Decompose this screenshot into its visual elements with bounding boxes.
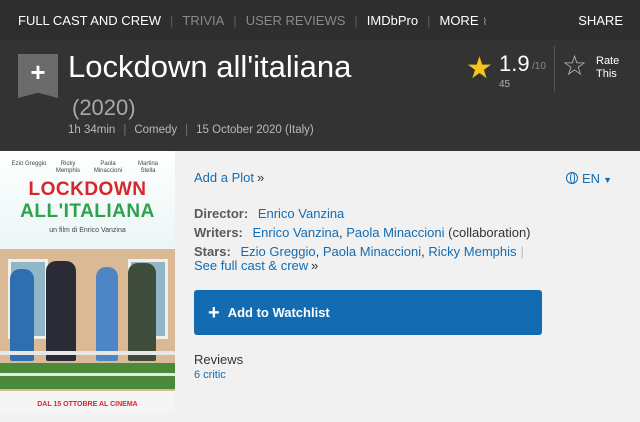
plus-bookmark-icon[interactable]: + (18, 54, 58, 98)
poster-director: un film di Enrico Vanzina (49, 227, 126, 234)
rate-label-line2: This (596, 68, 617, 80)
language-selector[interactable]: EN ▼ (566, 171, 612, 186)
page-title: Lockdown all'italiana (2020) (68, 48, 398, 127)
poster-title-line2: ALL'ITALIANA (20, 201, 155, 222)
see-cast-label: See full cast & crew (194, 258, 309, 273)
chevron-double-down-icon: ⌇ (482, 16, 488, 28)
poster-figure (10, 269, 34, 361)
nav-user-reviews[interactable]: USER REVIEWS (246, 13, 346, 28)
writer-link[interactable]: Enrico Vanzina (253, 225, 339, 240)
star-link[interactable]: Ezio Greggio (240, 244, 315, 259)
chevron-right-icon: » (257, 170, 265, 185)
writer-link[interactable]: Paola Minaccioni (346, 225, 444, 240)
rate-star-icon[interactable]: ☆ (562, 52, 587, 80)
language-label: EN (582, 171, 601, 186)
genre-link[interactable]: Comedy (134, 124, 177, 136)
caret-down-icon: ▼ (603, 175, 612, 185)
stars-row: Stars: Ezio Greggio, Paola Minaccioni, R… (194, 244, 528, 259)
add-to-watchlist-button[interactable]: + Add to Watchlist (194, 290, 542, 335)
poster-cast-name: Ricky Memphis (55, 161, 81, 174)
poster-railing (0, 373, 175, 376)
title-year[interactable]: (2020) (72, 95, 136, 120)
watchlist-label: Add to Watchlist (227, 305, 330, 320)
poster-cast-name: Martina Stella (137, 161, 158, 174)
stars-separator: | (520, 244, 524, 259)
director-row: Director: Enrico Vanzina (194, 206, 344, 221)
stars-label: Stars: (194, 244, 231, 259)
title-meta: 1h 34min | Comedy | 15 October 2020 (Italy) (68, 124, 314, 136)
critic-reviews-link[interactable]: 6 critic (194, 369, 226, 381)
poster-railing (0, 351, 175, 355)
rating-count[interactable]: 45 (499, 79, 510, 90)
poster-release-date: DAL 15 OTTOBRE AL CINEMA (37, 401, 138, 408)
nav-separator: | (170, 12, 174, 28)
nav-full-cast[interactable]: FULL CAST AND CREW (18, 13, 161, 28)
add-plot-label: Add a Plot (194, 170, 254, 185)
share-button[interactable]: SHARE (578, 13, 623, 28)
nav-more-label: MORE (439, 12, 479, 28)
rating-max: /10 (532, 61, 546, 72)
top-nav: FULL CAST AND CREW | TRIVIA | USER REVIE… (0, 0, 640, 40)
globe-icon (566, 172, 578, 184)
movie-poster[interactable]: Ezio Greggio Ricky Memphis Paola Minacci… (0, 151, 175, 413)
poster-cast-name: Paola Minaccioni (93, 161, 123, 174)
see-full-cast-link[interactable]: See full cast & crew» (194, 258, 318, 273)
poster-figure (128, 263, 156, 361)
rating-block: ★ 1.9 /10 45 (466, 52, 552, 96)
rating-divider (554, 46, 555, 92)
star-icon: ★ (466, 52, 493, 85)
poster-title-line1: LOCKDOWN (28, 179, 147, 200)
star-link[interactable]: Ricky Memphis (428, 244, 516, 259)
nav-separator: | (233, 12, 237, 28)
poster-figure (46, 261, 76, 361)
chevron-right-icon: » (311, 258, 319, 273)
details-panel (175, 151, 640, 422)
nav-imdbpro[interactable]: IMDbPro (367, 13, 418, 28)
rating-value: 1.9 (499, 51, 530, 76)
nav-separator: | (354, 12, 358, 28)
release-date-link[interactable]: 15 October 2020 (Italy) (196, 124, 314, 136)
reviews-heading: Reviews (194, 352, 244, 367)
title-name: Lockdown all'italiana (68, 49, 352, 84)
writer-note: (collaboration) (448, 225, 531, 240)
add-plot-link[interactable]: Add a Plot» (194, 170, 264, 185)
poster-plants (0, 363, 175, 389)
poster-cast-name: Ezio Greggio (11, 161, 47, 167)
meta-separator: | (185, 124, 189, 136)
director-label: Director: (194, 206, 249, 221)
poster-figure (96, 267, 118, 361)
writers-label: Writers: (194, 225, 243, 240)
rate-label-line1: Rate (596, 55, 620, 67)
director-link[interactable]: Enrico Vanzina (258, 206, 344, 221)
nav-trivia[interactable]: TRIVIA (182, 13, 224, 28)
plus-icon: + (208, 301, 220, 324)
nav-more[interactable]: MORE ⌇ (439, 13, 487, 28)
nav-separator: | (427, 12, 431, 28)
comma: , (315, 244, 323, 259)
star-link[interactable]: Paola Minaccioni (323, 244, 421, 259)
meta-separator: | (123, 124, 127, 136)
title-header: + Lockdown all'italiana (2020) 1h 34min |… (0, 40, 640, 151)
rate-this-button[interactable]: Rate This (596, 55, 619, 81)
runtime: 1h 34min (68, 124, 116, 136)
writers-row: Writers: Enrico Vanzina, Paola Minaccion… (194, 225, 531, 240)
